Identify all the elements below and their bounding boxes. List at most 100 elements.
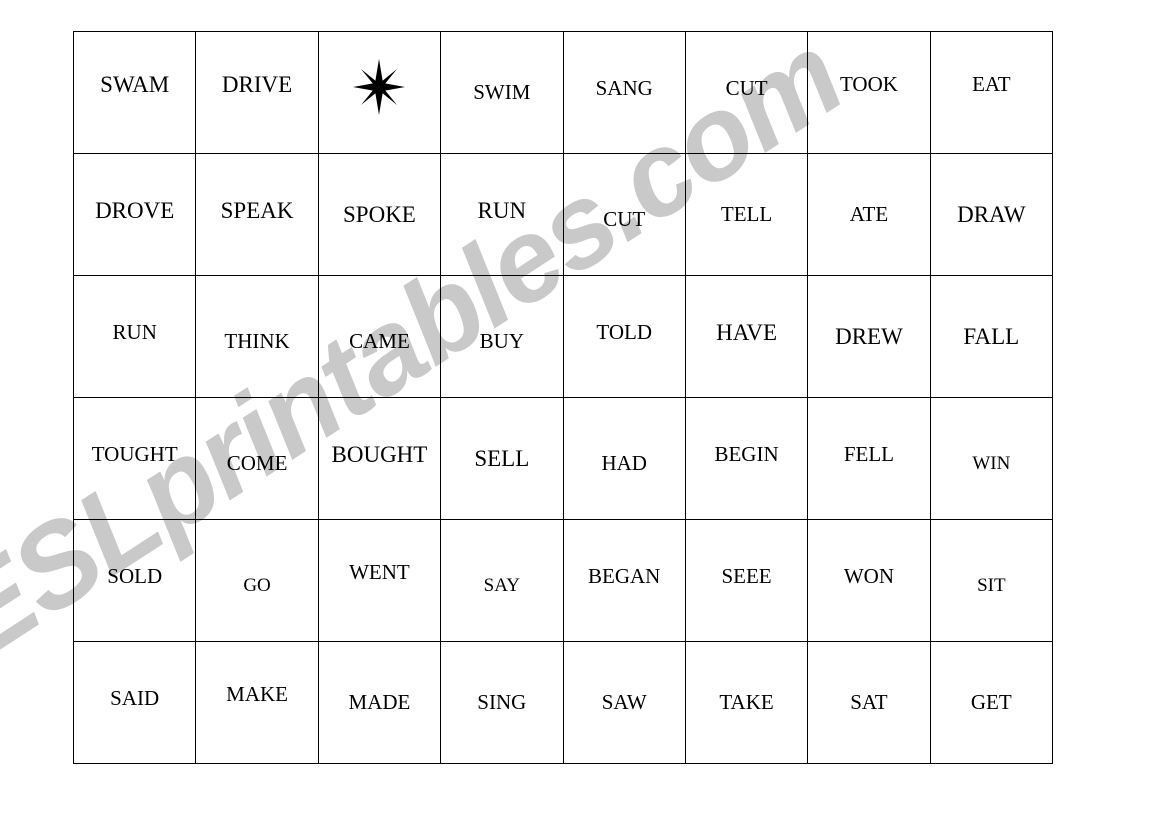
bingo-cell[interactable]: HAVE bbox=[684, 275, 809, 398]
bingo-cell-word: SANG bbox=[595, 76, 653, 100]
bingo-cell[interactable]: COME bbox=[195, 397, 319, 520]
bingo-cell[interactable]: TELL bbox=[684, 153, 809, 276]
bingo-cell[interactable]: SING bbox=[440, 641, 564, 764]
bingo-cell[interactable]: SAW bbox=[562, 641, 686, 764]
bingo-cell[interactable]: BUY bbox=[440, 275, 564, 398]
bingo-cell-word: SING bbox=[477, 690, 527, 714]
bingo-cell[interactable]: FELL bbox=[807, 397, 931, 520]
bingo-cell[interactable]: WON bbox=[807, 519, 931, 642]
bingo-row: RUN THINK CAME BUY TOLD HAVE DREW FALL bbox=[72, 275, 1054, 398]
bingo-cell-word: GO bbox=[243, 575, 271, 596]
bingo-cell-word: ATE bbox=[849, 202, 889, 226]
bingo-cell[interactable]: DRAW bbox=[929, 153, 1054, 276]
bingo-row: DROVE SPEAK SPOKE RUN CUT TELL ATE DRAW bbox=[72, 153, 1054, 276]
bingo-cell[interactable]: SOLD bbox=[72, 519, 197, 642]
bingo-row: SAID MAKE MADE SING SAW TAKE SAT GET bbox=[72, 641, 1054, 764]
bingo-cell[interactable]: RUN bbox=[72, 275, 197, 398]
bingo-cell-word: TELL bbox=[720, 202, 773, 226]
bingo-cell[interactable]: ATE bbox=[807, 153, 931, 276]
compass-rose-icon bbox=[319, 26, 440, 147]
bingo-cell-word: SELL bbox=[474, 446, 530, 471]
bingo-cell-word: MAKE bbox=[226, 682, 288, 706]
bingo-cell[interactable]: GET bbox=[929, 641, 1054, 764]
bingo-grid-body: SWAM DRIVE SWIM SANG CUT TOOK EAT DROVE SPEAK SPO… bbox=[72, 31, 1054, 764]
bingo-cell-word: SAT bbox=[850, 690, 888, 714]
bingo-cell[interactable]: TAKE bbox=[684, 641, 809, 764]
bingo-cell[interactable]: CUT bbox=[562, 153, 686, 276]
bingo-cell[interactable]: TOUGHT bbox=[72, 397, 197, 520]
bingo-cell-word: TAKE bbox=[719, 690, 774, 714]
bingo-cell[interactable]: HAD bbox=[562, 397, 686, 520]
bingo-row: SWAM DRIVE SWIM SANG CUT TOOK EAT bbox=[72, 31, 1054, 154]
bingo-cell-word: HAVE bbox=[716, 320, 778, 345]
bingo-cell[interactable]: BEGIN bbox=[684, 397, 809, 520]
bingo-cell-word: FELL bbox=[843, 442, 895, 466]
bingo-cell-word: DREW bbox=[835, 324, 903, 349]
bingo-cell[interactable]: SELL bbox=[440, 397, 564, 520]
bingo-cell[interactable]: SWIM bbox=[440, 31, 564, 154]
bingo-cell-word: DRAW bbox=[957, 202, 1026, 227]
bingo-cell-word: SAID bbox=[110, 686, 160, 710]
bingo-cell[interactable]: SANG bbox=[562, 31, 686, 154]
bingo-cell[interactable]: MAKE bbox=[195, 641, 319, 764]
bingo-cell[interactable]: WIN bbox=[929, 397, 1054, 520]
bingo-cell-word: RUN bbox=[477, 198, 527, 223]
worksheet-page: ESLprintables.com SWAM DRIVE SWIM SANG CUT TO… bbox=[0, 0, 1169, 821]
bingo-cell-word: TOUGHT bbox=[91, 442, 178, 466]
bingo-cell[interactable]: DREW bbox=[807, 275, 931, 398]
bingo-cell[interactable]: TOLD bbox=[562, 275, 686, 398]
bingo-cell-word: SWIM bbox=[473, 80, 531, 104]
bingo-row: TOUGHT COME BOUGHT SELL HAD BEGIN FELL WIN bbox=[72, 397, 1054, 520]
bingo-cell[interactable]: DRIVE bbox=[195, 31, 319, 154]
bingo-cell[interactable]: FALL bbox=[929, 275, 1054, 398]
bingo-cell-word: BEGIN bbox=[714, 442, 779, 466]
bingo-cell-word: TOOK bbox=[839, 72, 898, 96]
bingo-cell-word: FALL bbox=[963, 324, 1020, 349]
bingo-cell[interactable]: SPEAK bbox=[195, 153, 319, 276]
bingo-cell-word: RUN bbox=[112, 320, 157, 344]
bingo-cell-word: SPOKE bbox=[343, 202, 416, 227]
bingo-cell-word: DRIVE bbox=[221, 72, 293, 97]
bingo-cell[interactable]: DROVE bbox=[72, 153, 197, 276]
bingo-cell[interactable]: SWAM bbox=[72, 31, 197, 154]
bingo-cell-word: GET bbox=[970, 690, 1012, 714]
bingo-cell-word: WIN bbox=[972, 453, 1011, 474]
bingo-cell[interactable]: SPOKE bbox=[317, 153, 442, 276]
bingo-cell-word: COME bbox=[226, 451, 288, 475]
bingo-cell[interactable]: SEEE bbox=[684, 519, 809, 642]
bingo-cell-word: SEEE bbox=[721, 564, 772, 588]
bingo-cell[interactable]: SAT bbox=[807, 641, 931, 764]
bingo-cell[interactable]: SAY bbox=[440, 519, 564, 642]
bingo-cell-word: MADE bbox=[348, 690, 411, 714]
bingo-cell-word: SAW bbox=[601, 690, 647, 714]
bingo-cell[interactable]: THINK bbox=[195, 275, 319, 398]
bingo-cell[interactable]: BOUGHT bbox=[317, 397, 442, 520]
bingo-cell[interactable]: MADE bbox=[317, 641, 442, 764]
bingo-cell[interactable]: TOOK bbox=[807, 31, 931, 154]
bingo-cell-word: BUY bbox=[479, 329, 524, 353]
bingo-cell-word: BOUGHT bbox=[331, 442, 428, 467]
bingo-cell-word: HAD bbox=[601, 451, 647, 475]
bingo-cell-word: SWAM bbox=[100, 72, 170, 97]
bingo-cell-word: CUT bbox=[725, 76, 768, 100]
bingo-cell[interactable]: BEGAN bbox=[562, 519, 686, 642]
bingo-cell-word: CAME bbox=[349, 329, 410, 353]
bingo-cell[interactable]: CUT bbox=[684, 31, 809, 154]
bingo-cell-word: EAT bbox=[972, 72, 1011, 96]
bingo-cell-word: DROVE bbox=[95, 198, 175, 223]
bingo-cell[interactable]: GO bbox=[195, 519, 319, 642]
bingo-cell-word: SIT bbox=[977, 575, 1006, 596]
bingo-row: SOLD GO WENT SAY BEGAN SEEE WON SIT bbox=[72, 519, 1054, 642]
bingo-cell[interactable]: EAT bbox=[929, 31, 1054, 154]
bingo-cell[interactable]: CAME bbox=[317, 275, 442, 398]
bingo-cell-word: SPEAK bbox=[220, 198, 294, 223]
bingo-cell-free-space[interactable] bbox=[317, 31, 442, 154]
bingo-cell-word: THINK bbox=[224, 329, 290, 353]
bingo-cell[interactable]: RUN bbox=[440, 153, 564, 276]
bingo-cell[interactable]: WENT bbox=[317, 519, 442, 642]
bingo-cell-word: WENT bbox=[349, 560, 410, 584]
bingo-cell[interactable]: SIT bbox=[929, 519, 1054, 642]
bingo-cell[interactable]: SAID bbox=[72, 641, 197, 764]
bingo-grid: SWAM DRIVE SWIM SANG CUT TOOK EAT DROVE SPEAK SPO… bbox=[72, 31, 1054, 764]
bingo-cell-word: WON bbox=[843, 564, 895, 588]
